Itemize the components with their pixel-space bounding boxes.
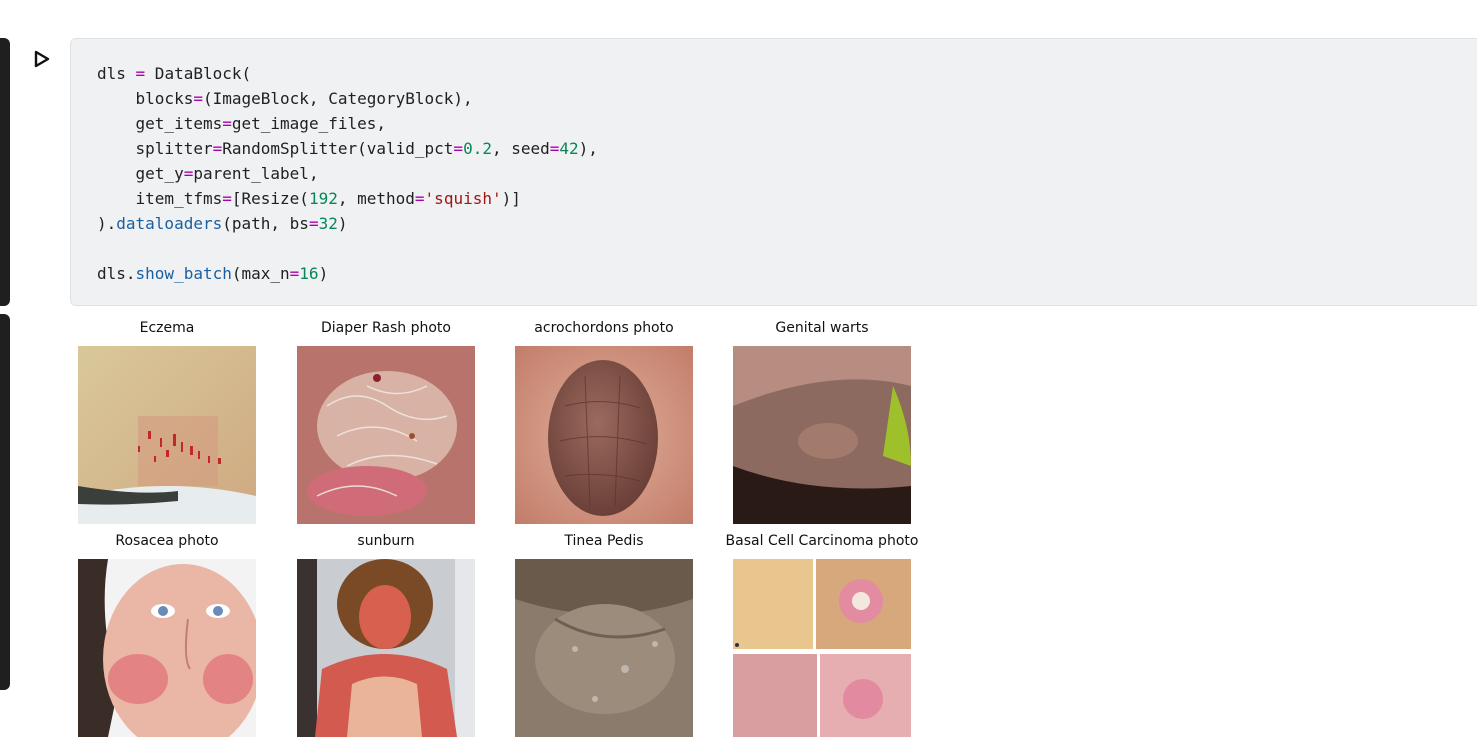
code-token: show_batch [135, 264, 232, 283]
batch-tile: Tinea Pedis [494, 532, 714, 737]
code-token: get_image_files, [231, 114, 386, 133]
code-token: 32 [318, 214, 338, 233]
code-token: dataloaders [116, 214, 223, 233]
code-token: ), [578, 139, 598, 158]
basal-cell-carcinoma-photo [733, 559, 911, 737]
code-token: parent_label, [193, 164, 319, 183]
code-token: (ImageBlock, CategoryBlock), [202, 89, 473, 108]
code-token: = [183, 164, 194, 183]
code-token: (path, bs [222, 214, 309, 233]
code-token: , seed [491, 139, 550, 158]
run-cell-button[interactable] [30, 48, 52, 70]
code-token: = [212, 139, 223, 158]
code-token: get_items [97, 114, 223, 133]
image-label: Rosacea photo [115, 533, 219, 549]
image-label: acrochordons photo [534, 320, 674, 336]
output-cell-focus-bar [0, 314, 10, 690]
batch-tile: sunburn [276, 532, 496, 737]
image-label: Genital warts [775, 320, 869, 336]
code-token: )] [501, 189, 521, 208]
code-cell-focus-bar [0, 38, 10, 306]
genital-warts-photo [733, 346, 911, 524]
code-token: dls. [97, 264, 136, 283]
code-token: DataBlock( [145, 64, 252, 83]
code-token: [Resize( [231, 189, 309, 208]
batch-tile: Rosacea photo [57, 532, 277, 737]
rosacea-photo [78, 559, 256, 737]
code-token: = [289, 264, 300, 283]
code-token: 0.2 [463, 139, 492, 158]
acrochordons-photo [515, 346, 693, 524]
code-token: 192 [308, 189, 338, 208]
code-token: blocks [97, 89, 194, 108]
image-label: Tinea Pedis [564, 533, 644, 549]
code-text: dls = DataBlock( blocks=(ImageBlock, Cat… [97, 61, 598, 286]
play-icon [30, 48, 52, 70]
code-token: RandomSplitter(valid_pct [222, 139, 454, 158]
code-token: item_tfms [97, 189, 223, 208]
code-token: = [222, 189, 232, 208]
diaper-rash-photo [297, 346, 475, 524]
code-token: = [414, 189, 425, 208]
code-token: ). [97, 214, 117, 233]
code-token: = [453, 139, 464, 158]
batch-tile: Eczema [57, 319, 277, 524]
code-token: splitter [97, 139, 213, 158]
code-token: = [193, 89, 203, 108]
code-token: ) [318, 264, 329, 283]
code-token: , method [337, 189, 415, 208]
code-token: get_y [97, 164, 184, 183]
code-token: (max_n [231, 264, 290, 283]
code-token: = [549, 139, 560, 158]
image-label: Eczema [139, 320, 195, 336]
batch-tile: acrochordons photo [494, 319, 714, 524]
code-token: = [135, 64, 146, 83]
code-token: 42 [559, 139, 579, 158]
eczema-photo [78, 346, 256, 524]
batch-tile: Genital warts [712, 319, 932, 524]
code-token: = [308, 214, 319, 233]
code-token: 'squish' [424, 189, 502, 208]
code-token: ) [337, 214, 348, 233]
tinea-pedis-photo [515, 559, 693, 737]
code-token: dls [97, 64, 136, 83]
code-editor[interactable]: dls = DataBlock( blocks=(ImageBlock, Cat… [70, 38, 1477, 306]
batch-tile: Basal Cell Carcinoma photo [712, 532, 932, 737]
sunburn-photo [297, 559, 475, 737]
code-token: = [222, 114, 232, 133]
cell-output: Eczema Diaper Rash photo acrochordons ph… [70, 314, 1470, 737]
batch-tile: Diaper Rash photo [276, 319, 496, 524]
image-label: Diaper Rash photo [321, 320, 451, 336]
image-label: sunburn [357, 533, 415, 549]
image-label: Basal Cell Carcinoma photo [725, 533, 919, 549]
code-token: 16 [299, 264, 319, 283]
